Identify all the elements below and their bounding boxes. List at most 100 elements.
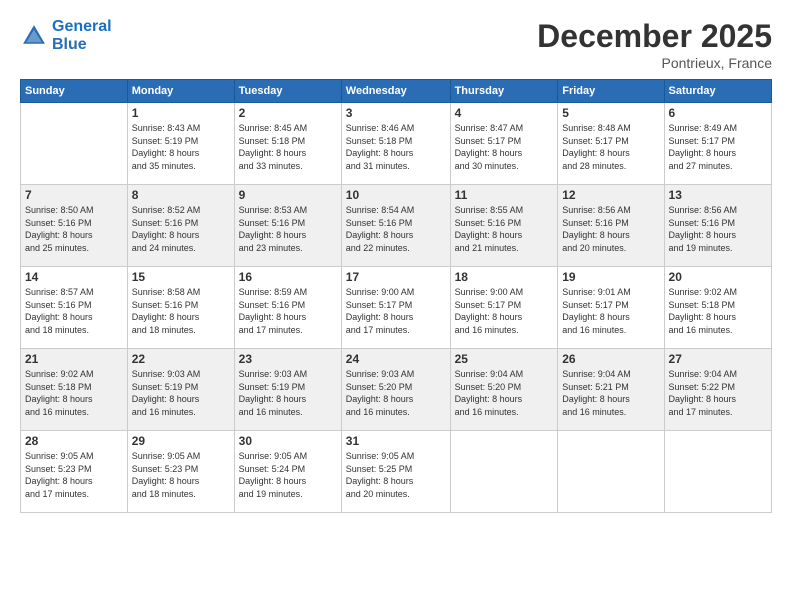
day-number: 15 bbox=[132, 270, 230, 284]
day-number: 31 bbox=[346, 434, 446, 448]
calendar-cell: 18 Sunrise: 9:00 AM Sunset: 5:17 PM Dayli… bbox=[450, 267, 558, 349]
calendar-week-row: 28 Sunrise: 9:05 AM Sunset: 5:23 PM Dayli… bbox=[21, 431, 772, 513]
day-number: 16 bbox=[239, 270, 337, 284]
day-number: 22 bbox=[132, 352, 230, 366]
calendar-cell: 11 Sunrise: 8:55 AM Sunset: 5:16 PM Dayli… bbox=[450, 185, 558, 267]
calendar-cell: 9 Sunrise: 8:53 AM Sunset: 5:16 PM Daylig… bbox=[234, 185, 341, 267]
day-number: 14 bbox=[25, 270, 123, 284]
page: General Blue December 2025 Pontrieux, Fr… bbox=[0, 0, 792, 612]
calendar-cell: 13Sunrise: 8:56 AM Sunset: 5:16 PM Dayli… bbox=[664, 185, 771, 267]
location: Pontrieux, France bbox=[537, 55, 772, 71]
col-header-monday: Monday bbox=[127, 80, 234, 103]
header: General Blue December 2025 Pontrieux, Fr… bbox=[20, 18, 772, 71]
calendar-cell: 6 Sunrise: 8:49 AM Sunset: 5:17 PM Daylig… bbox=[664, 103, 771, 185]
calendar-cell: 20Sunrise: 9:02 AM Sunset: 5:18 PM Dayli… bbox=[664, 267, 771, 349]
calendar-header-row: SundayMondayTuesdayWednesdayThursdayFrid… bbox=[21, 80, 772, 103]
month-title: December 2025 bbox=[537, 18, 772, 55]
day-number: 23 bbox=[239, 352, 337, 366]
day-number: 1 bbox=[132, 106, 230, 120]
calendar-week-row: 21Sunrise: 9:02 AM Sunset: 5:18 PM Dayli… bbox=[21, 349, 772, 431]
day-info: Sunrise: 8:47 AM Sunset: 5:17 PM Dayligh… bbox=[455, 122, 554, 172]
calendar-cell: 27 Sunrise: 9:04 AM Sunset: 5:22 PM Dayli… bbox=[664, 349, 771, 431]
day-info: Sunrise: 9:00 AM Sunset: 5:17 PM Dayligh… bbox=[455, 286, 554, 336]
day-number: 25 bbox=[455, 352, 554, 366]
day-number: 27 bbox=[669, 352, 767, 366]
calendar-week-row: 14 Sunrise: 8:57 AM Sunset: 5:16 PM Dayli… bbox=[21, 267, 772, 349]
calendar-week-row: 1 Sunrise: 8:43 AM Sunset: 5:19 PM Daylig… bbox=[21, 103, 772, 185]
day-info: Sunrise: 8:49 AM Sunset: 5:17 PM Dayligh… bbox=[669, 122, 767, 172]
day-number: 29 bbox=[132, 434, 230, 448]
calendar-cell: 25 Sunrise: 9:04 AM Sunset: 5:20 PM Dayli… bbox=[450, 349, 558, 431]
calendar-cell: 3Sunrise: 8:46 AM Sunset: 5:18 PM Daylig… bbox=[341, 103, 450, 185]
day-number: 7 bbox=[25, 188, 123, 202]
day-number: 11 bbox=[455, 188, 554, 202]
day-info: Sunrise: 8:43 AM Sunset: 5:19 PM Dayligh… bbox=[132, 122, 230, 172]
day-number: 18 bbox=[455, 270, 554, 284]
calendar-cell: 4 Sunrise: 8:47 AM Sunset: 5:17 PM Daylig… bbox=[450, 103, 558, 185]
day-info: Sunrise: 9:05 AM Sunset: 5:25 PM Dayligh… bbox=[346, 450, 446, 500]
day-info: Sunrise: 9:04 AM Sunset: 5:22 PM Dayligh… bbox=[669, 368, 767, 418]
day-number: 30 bbox=[239, 434, 337, 448]
day-info: Sunrise: 9:04 AM Sunset: 5:20 PM Dayligh… bbox=[455, 368, 554, 418]
logo-icon bbox=[20, 22, 48, 50]
day-number: 26 bbox=[562, 352, 659, 366]
calendar-cell: 30 Sunrise: 9:05 AM Sunset: 5:24 PM Dayli… bbox=[234, 431, 341, 513]
calendar-cell: 19 Sunrise: 9:01 AM Sunset: 5:17 PM Dayli… bbox=[558, 267, 664, 349]
day-info: Sunrise: 8:54 AM Sunset: 5:16 PM Dayligh… bbox=[346, 204, 446, 254]
title-block: December 2025 Pontrieux, France bbox=[537, 18, 772, 71]
calendar-cell: 10 Sunrise: 8:54 AM Sunset: 5:16 PM Dayli… bbox=[341, 185, 450, 267]
day-info: Sunrise: 9:03 AM Sunset: 5:20 PM Dayligh… bbox=[346, 368, 446, 418]
day-info: Sunrise: 9:04 AM Sunset: 5:21 PM Dayligh… bbox=[562, 368, 659, 418]
day-info: Sunrise: 9:00 AM Sunset: 5:17 PM Dayligh… bbox=[346, 286, 446, 336]
calendar-cell bbox=[558, 431, 664, 513]
logo: General Blue bbox=[20, 18, 112, 53]
calendar-cell bbox=[21, 103, 128, 185]
calendar-cell: 7 Sunrise: 8:50 AM Sunset: 5:16 PM Daylig… bbox=[21, 185, 128, 267]
logo-general: General bbox=[52, 18, 112, 35]
day-number: 10 bbox=[346, 188, 446, 202]
day-number: 6 bbox=[669, 106, 767, 120]
calendar-cell: 21Sunrise: 9:02 AM Sunset: 5:18 PM Dayli… bbox=[21, 349, 128, 431]
day-number: 17 bbox=[346, 270, 446, 284]
day-info: Sunrise: 9:05 AM Sunset: 5:23 PM Dayligh… bbox=[25, 450, 123, 500]
calendar-cell: 16Sunrise: 8:59 AM Sunset: 5:16 PM Dayli… bbox=[234, 267, 341, 349]
day-number: 8 bbox=[132, 188, 230, 202]
day-number: 19 bbox=[562, 270, 659, 284]
calendar-table: SundayMondayTuesdayWednesdayThursdayFrid… bbox=[20, 79, 772, 513]
calendar-cell bbox=[450, 431, 558, 513]
calendar-cell: 12Sunrise: 8:56 AM Sunset: 5:16 PM Dayli… bbox=[558, 185, 664, 267]
day-info: Sunrise: 9:03 AM Sunset: 5:19 PM Dayligh… bbox=[239, 368, 337, 418]
day-number: 2 bbox=[239, 106, 337, 120]
day-number: 4 bbox=[455, 106, 554, 120]
calendar-cell: 24 Sunrise: 9:03 AM Sunset: 5:20 PM Dayli… bbox=[341, 349, 450, 431]
col-header-friday: Friday bbox=[558, 80, 664, 103]
day-number: 9 bbox=[239, 188, 337, 202]
day-number: 12 bbox=[562, 188, 659, 202]
day-info: Sunrise: 8:48 AM Sunset: 5:17 PM Dayligh… bbox=[562, 122, 659, 172]
calendar-cell: 1 Sunrise: 8:43 AM Sunset: 5:19 PM Daylig… bbox=[127, 103, 234, 185]
calendar-cell: 14 Sunrise: 8:57 AM Sunset: 5:16 PM Dayli… bbox=[21, 267, 128, 349]
day-number: 3 bbox=[346, 106, 446, 120]
day-info: Sunrise: 9:01 AM Sunset: 5:17 PM Dayligh… bbox=[562, 286, 659, 336]
day-info: Sunrise: 8:55 AM Sunset: 5:16 PM Dayligh… bbox=[455, 204, 554, 254]
day-info: Sunrise: 8:56 AM Sunset: 5:16 PM Dayligh… bbox=[669, 204, 767, 254]
day-info: Sunrise: 8:58 AM Sunset: 5:16 PM Dayligh… bbox=[132, 286, 230, 336]
day-number: 28 bbox=[25, 434, 123, 448]
day-info: Sunrise: 8:50 AM Sunset: 5:16 PM Dayligh… bbox=[25, 204, 123, 254]
day-info: Sunrise: 8:57 AM Sunset: 5:16 PM Dayligh… bbox=[25, 286, 123, 336]
col-header-tuesday: Tuesday bbox=[234, 80, 341, 103]
calendar-cell: 5Sunrise: 8:48 AM Sunset: 5:17 PM Daylig… bbox=[558, 103, 664, 185]
calendar-cell: 26 Sunrise: 9:04 AM Sunset: 5:21 PM Dayli… bbox=[558, 349, 664, 431]
day-info: Sunrise: 9:03 AM Sunset: 5:19 PM Dayligh… bbox=[132, 368, 230, 418]
calendar-cell: 8Sunrise: 8:52 AM Sunset: 5:16 PM Daylig… bbox=[127, 185, 234, 267]
col-header-wednesday: Wednesday bbox=[341, 80, 450, 103]
calendar-cell: 15 Sunrise: 8:58 AM Sunset: 5:16 PM Dayli… bbox=[127, 267, 234, 349]
calendar-cell: 17 Sunrise: 9:00 AM Sunset: 5:17 PM Dayli… bbox=[341, 267, 450, 349]
calendar-week-row: 7 Sunrise: 8:50 AM Sunset: 5:16 PM Daylig… bbox=[21, 185, 772, 267]
day-number: 24 bbox=[346, 352, 446, 366]
day-info: Sunrise: 9:05 AM Sunset: 5:24 PM Dayligh… bbox=[239, 450, 337, 500]
calendar-cell: 22 Sunrise: 9:03 AM Sunset: 5:19 PM Dayli… bbox=[127, 349, 234, 431]
day-info: Sunrise: 8:45 AM Sunset: 5:18 PM Dayligh… bbox=[239, 122, 337, 172]
calendar-cell: 31 Sunrise: 9:05 AM Sunset: 5:25 PM Dayli… bbox=[341, 431, 450, 513]
day-info: Sunrise: 8:53 AM Sunset: 5:16 PM Dayligh… bbox=[239, 204, 337, 254]
